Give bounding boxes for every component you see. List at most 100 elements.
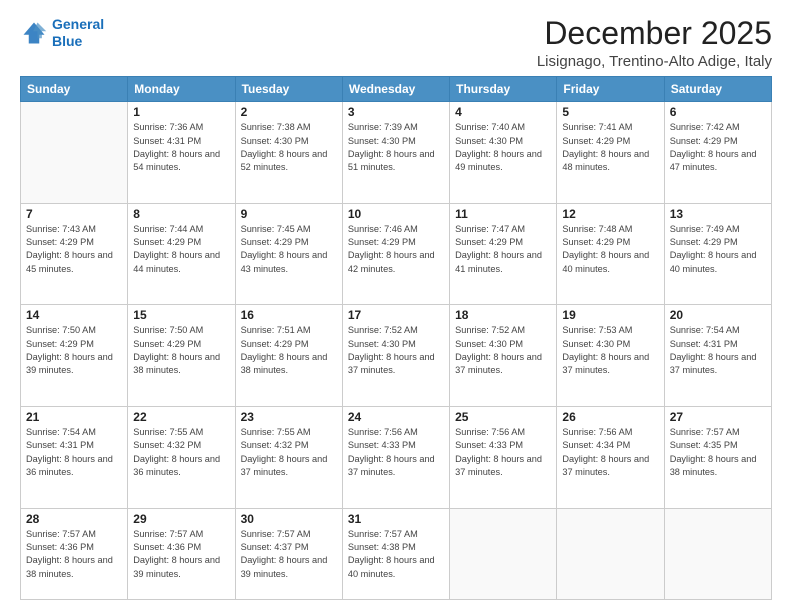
day-number: 7 [26,207,122,221]
table-row: 18 Sunrise: 7:52 AMSunset: 4:30 PMDayligh… [450,305,557,407]
table-row [450,508,557,599]
day-number: 25 [455,410,551,424]
day-info: Sunrise: 7:57 AMSunset: 4:36 PMDaylight:… [26,528,122,581]
table-row: 29 Sunrise: 7:57 AMSunset: 4:36 PMDayligh… [128,508,235,599]
day-info: Sunrise: 7:41 AMSunset: 4:29 PMDaylight:… [562,121,658,174]
table-row: 24 Sunrise: 7:56 AMSunset: 4:33 PMDayligh… [342,407,449,509]
day-info: Sunrise: 7:45 AMSunset: 4:29 PMDaylight:… [241,223,337,276]
day-number: 15 [133,308,229,322]
table-row: 15 Sunrise: 7:50 AMSunset: 4:29 PMDayligh… [128,305,235,407]
day-info: Sunrise: 7:53 AMSunset: 4:30 PMDaylight:… [562,324,658,377]
logo-icon [20,19,48,47]
table-row: 25Sunrise: 7:56 AMSunset: 4:33 PMDayligh… [450,407,557,509]
calendar-table: Sunday Monday Tuesday Wednesday Thursday… [20,76,772,600]
day-number: 13 [670,207,766,221]
day-number: 1 [133,105,229,119]
day-number: 9 [241,207,337,221]
table-row: 20 Sunrise: 7:54 AMSunset: 4:31 PMDayligh… [664,305,771,407]
table-row: 11Sunrise: 7:47 AMSunset: 4:29 PMDayligh… [450,203,557,305]
day-number: 30 [241,512,337,526]
col-saturday: Saturday [664,77,771,102]
day-info: Sunrise: 7:49 AMSunset: 4:29 PMDaylight:… [670,223,766,276]
calendar-header-row: Sunday Monday Tuesday Wednesday Thursday… [21,77,772,102]
day-info: Sunrise: 7:56 AMSunset: 4:33 PMDaylight:… [348,426,444,479]
col-monday: Monday [128,77,235,102]
day-info: Sunrise: 7:57 AMSunset: 4:36 PMDaylight:… [133,528,229,581]
day-number: 29 [133,512,229,526]
table-row: 31Sunrise: 7:57 AMSunset: 4:38 PMDayligh… [342,508,449,599]
day-number: 4 [455,105,551,119]
table-row: 6 Sunrise: 7:42 AMSunset: 4:29 PMDaylight… [664,102,771,204]
day-info: Sunrise: 7:51 AMSunset: 4:29 PMDaylight:… [241,324,337,377]
col-thursday: Thursday [450,77,557,102]
day-number: 5 [562,105,658,119]
table-row: 30Sunrise: 7:57 AMSunset: 4:37 PMDayligh… [235,508,342,599]
table-row: 9 Sunrise: 7:45 AMSunset: 4:29 PMDaylight… [235,203,342,305]
day-number: 23 [241,410,337,424]
table-row [664,508,771,599]
table-row [21,102,128,204]
day-info: Sunrise: 7:57 AMSunset: 4:35 PMDaylight:… [670,426,766,479]
day-info: Sunrise: 7:52 AMSunset: 4:30 PMDaylight:… [348,324,444,377]
day-info: Sunrise: 7:50 AMSunset: 4:29 PMDaylight:… [26,324,122,377]
month-title: December 2025 [537,16,772,51]
logo-general: General [52,16,104,32]
day-info: Sunrise: 7:50 AMSunset: 4:29 PMDaylight:… [133,324,229,377]
day-info: Sunrise: 7:52 AMSunset: 4:30 PMDaylight:… [455,324,551,377]
day-number: 21 [26,410,122,424]
title-block: December 2025 Lisignago, Trentino-Alto A… [537,16,772,70]
calendar-week-1: 7Sunrise: 7:43 AMSunset: 4:29 PMDaylight… [21,203,772,305]
table-row: 4 Sunrise: 7:40 AMSunset: 4:30 PMDaylight… [450,102,557,204]
table-row: 28 Sunrise: 7:57 AMSunset: 4:36 PMDayligh… [21,508,128,599]
day-number: 12 [562,207,658,221]
table-row: 27 Sunrise: 7:57 AMSunset: 4:35 PMDayligh… [664,407,771,509]
page: General Blue December 2025 Lisignago, Tr… [0,0,792,612]
day-number: 31 [348,512,444,526]
table-row: 22Sunrise: 7:55 AMSunset: 4:32 PMDayligh… [128,407,235,509]
table-row [557,508,664,599]
day-number: 3 [348,105,444,119]
day-info: Sunrise: 7:40 AMSunset: 4:30 PMDaylight:… [455,121,551,174]
day-info: Sunrise: 7:48 AMSunset: 4:29 PMDaylight:… [562,223,658,276]
day-number: 22 [133,410,229,424]
day-number: 2 [241,105,337,119]
day-info: Sunrise: 7:44 AMSunset: 4:29 PMDaylight:… [133,223,229,276]
calendar-week-3: 21Sunrise: 7:54 AMSunset: 4:31 PMDayligh… [21,407,772,509]
day-info: Sunrise: 7:42 AMSunset: 4:29 PMDaylight:… [670,121,766,174]
logo-text: General Blue [52,16,104,50]
header: General Blue December 2025 Lisignago, Tr… [20,16,772,70]
day-info: Sunrise: 7:38 AMSunset: 4:30 PMDaylight:… [241,121,337,174]
table-row: 13 Sunrise: 7:49 AMSunset: 4:29 PMDayligh… [664,203,771,305]
calendar-week-2: 14 Sunrise: 7:50 AMSunset: 4:29 PMDayligh… [21,305,772,407]
day-number: 6 [670,105,766,119]
day-info: Sunrise: 7:47 AMSunset: 4:29 PMDaylight:… [455,223,551,276]
table-row: 17 Sunrise: 7:52 AMSunset: 4:30 PMDayligh… [342,305,449,407]
day-number: 28 [26,512,122,526]
table-row: 3Sunrise: 7:39 AMSunset: 4:30 PMDaylight… [342,102,449,204]
day-number: 8 [133,207,229,221]
day-number: 27 [670,410,766,424]
day-info: Sunrise: 7:54 AMSunset: 4:31 PMDaylight:… [670,324,766,377]
calendar-week-4: 28 Sunrise: 7:57 AMSunset: 4:36 PMDayligh… [21,508,772,599]
col-tuesday: Tuesday [235,77,342,102]
day-number: 18 [455,308,551,322]
table-row: 12 Sunrise: 7:48 AMSunset: 4:29 PMDayligh… [557,203,664,305]
col-sunday: Sunday [21,77,128,102]
day-info: Sunrise: 7:56 AMSunset: 4:34 PMDaylight:… [562,426,658,479]
day-number: 17 [348,308,444,322]
table-row: 14 Sunrise: 7:50 AMSunset: 4:29 PMDayligh… [21,305,128,407]
day-number: 24 [348,410,444,424]
table-row: 10 Sunrise: 7:46 AMSunset: 4:29 PMDayligh… [342,203,449,305]
calendar-week-0: 1Sunrise: 7:36 AMSunset: 4:31 PMDaylight… [21,102,772,204]
day-number: 10 [348,207,444,221]
day-info: Sunrise: 7:46 AMSunset: 4:29 PMDaylight:… [348,223,444,276]
day-number: 20 [670,308,766,322]
day-number: 14 [26,308,122,322]
day-info: Sunrise: 7:55 AMSunset: 4:32 PMDaylight:… [241,426,337,479]
day-number: 26 [562,410,658,424]
table-row: 8 Sunrise: 7:44 AMSunset: 4:29 PMDaylight… [128,203,235,305]
table-row: 23 Sunrise: 7:55 AMSunset: 4:32 PMDayligh… [235,407,342,509]
table-row: 2 Sunrise: 7:38 AMSunset: 4:30 PMDaylight… [235,102,342,204]
day-number: 16 [241,308,337,322]
table-row: 19Sunrise: 7:53 AMSunset: 4:30 PMDayligh… [557,305,664,407]
